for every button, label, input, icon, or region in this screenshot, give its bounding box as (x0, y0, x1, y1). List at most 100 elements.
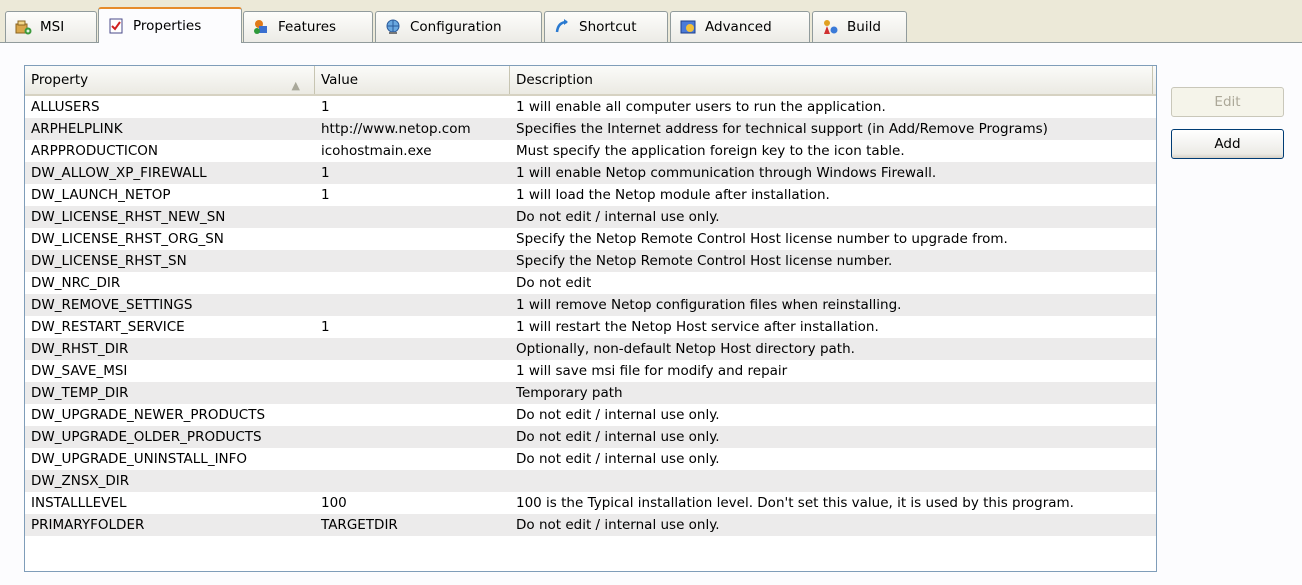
cell-property: DW_LICENSE_RHST_NEW_SN (31, 209, 226, 225)
cell-description: Must specify the application foreign key… (516, 143, 905, 159)
cell-description: Do not edit (516, 275, 592, 291)
cell-property: DW_LICENSE_RHST_ORG_SN (31, 231, 224, 247)
cell-property: DW_NRC_DIR (31, 275, 121, 291)
tab-properties[interactable]: Properties (98, 7, 242, 43)
cell-value: 100 (321, 495, 347, 511)
table-row[interactable]: DW_ZNSX_DIR (25, 470, 1156, 492)
cell-property: DW_ALLOW_XP_FIREWALL (31, 165, 207, 181)
cell-description: Do not edit / internal use only. (516, 407, 720, 423)
cell-description: 1 will load the Netop module after insta… (516, 187, 830, 203)
cell-property: DW_REMOVE_SETTINGS (31, 297, 193, 313)
properties-grid: Property ▲ Value Description ALLUSERS 1 1 … (24, 65, 1157, 572)
cell-property: DW_TEMP_DIR (31, 385, 129, 401)
cell-value (315, 294, 510, 316)
cell-value: 1 (321, 319, 330, 335)
cell-description: 1 will enable all computer users to run … (516, 99, 886, 115)
sort-ascending-icon: ▲ (291, 79, 300, 92)
cell-property: DW_RESTART_SERVICE (31, 319, 185, 335)
cell-description: Do not edit / internal use only. (516, 517, 720, 533)
tab-msi[interactable]: MSI (5, 11, 97, 42)
msi-package-icon (15, 20, 32, 35)
cell-value (315, 470, 510, 492)
table-row[interactable]: DW_REMOVE_SETTINGS 1 will remove Netop co… (25, 294, 1156, 316)
build-icon (824, 20, 838, 34)
cell-value (315, 426, 510, 448)
cell-description: Specifies the Internet address for techn… (516, 121, 1048, 137)
cell-description: Do not edit / internal use only. (516, 209, 720, 225)
cell-value (315, 206, 510, 228)
cell-description: 100 is the Typical installation level. D… (516, 495, 1074, 511)
cell-description: 1 will remove Netop configuration files … (516, 297, 902, 313)
cell-property: DW_SAVE_MSI (31, 363, 128, 379)
cell-property: DW_UPGRADE_NEWER_PRODUCTS (31, 407, 266, 423)
cell-value: 1 (321, 165, 330, 181)
tab-label: Properties (133, 18, 202, 34)
tab-label: Advanced (705, 19, 772, 35)
table-row[interactable]: DW_LICENSE_RHST_ORG_SN Specify the Netop … (25, 228, 1156, 250)
column-header-description[interactable]: Description (510, 66, 1153, 94)
tab-label: Build (847, 19, 881, 35)
cell-description: Specify the Netop Remote Control Host li… (516, 253, 893, 269)
table-row[interactable]: DW_LAUNCH_NETOP 1 1 will load the Netop mo… (25, 184, 1156, 206)
tab-shortcut[interactable]: Shortcut (544, 11, 668, 42)
table-row[interactable]: DW_RESTART_SERVICE 1 1 will restart the Ne… (25, 316, 1156, 338)
table-row[interactable]: DW_UPGRADE_OLDER_PRODUCTS Do not edit / i… (25, 426, 1156, 448)
cell-value (315, 228, 510, 250)
cell-value (315, 338, 510, 360)
cell-description: Optionally, non-default Netop Host direc… (516, 341, 855, 357)
tab-label: Features (278, 19, 337, 35)
advanced-icon (680, 20, 696, 34)
grid-header: Property ▲ Value Description (25, 66, 1156, 96)
cell-property: DW_LICENSE_RHST_SN (31, 253, 187, 269)
cell-description: 1 will enable Netop communication throug… (516, 165, 937, 181)
cell-property: DW_LAUNCH_NETOP (31, 187, 171, 203)
table-row[interactable]: ARPPRODUCTICON icohostmain.exe Must specif… (25, 140, 1156, 162)
tab-advanced[interactable]: Advanced (670, 11, 810, 42)
table-row[interactable]: DW_RHST_DIR Optionally, non-default Netop… (25, 338, 1156, 360)
cell-description: 1 will save msi file for modify and repa… (516, 363, 788, 379)
tab-label: Configuration (410, 19, 502, 35)
table-row[interactable]: DW_NRC_DIR Do not edit (25, 272, 1156, 294)
cell-value (315, 404, 510, 426)
table-row[interactable]: DW_ALLOW_XP_FIREWALL 1 1 will enable Netop… (25, 162, 1156, 184)
cell-property: INSTALLLEVEL (31, 495, 127, 511)
table-row[interactable]: DW_UPGRADE_NEWER_PRODUCTS Do not edit / i… (25, 404, 1156, 426)
cell-property: ALLUSERS (31, 99, 100, 115)
cell-property: ARPPRODUCTICON (31, 143, 158, 159)
tab-build[interactable]: Build (812, 11, 907, 42)
tab-label: MSI (40, 19, 65, 35)
tab-label: Shortcut (579, 19, 637, 35)
cell-value (315, 448, 510, 470)
cell-value: 1 (321, 187, 330, 203)
table-row[interactable]: ALLUSERS 1 1 will enable all computer user… (25, 96, 1156, 118)
cell-property: DW_UPGRADE_OLDER_PRODUCTS (31, 429, 262, 445)
cell-property: PRIMARYFOLDER (31, 517, 145, 533)
cell-property: DW_UPGRADE_UNINSTALL_INFO (31, 451, 248, 467)
column-header-value[interactable]: Value (315, 66, 510, 94)
column-header-property[interactable]: Property ▲ (25, 66, 315, 94)
table-row[interactable]: PRIMARYFOLDER TARGETDIR Do not edit / inte… (25, 514, 1156, 536)
edit-button[interactable]: Edit (1171, 87, 1284, 117)
shortcut-icon (555, 19, 568, 33)
cell-value: http://www.netop.com (321, 121, 471, 137)
table-row[interactable]: DW_SAVE_MSI 1 will save msi file for modi… (25, 360, 1156, 382)
tab-strip: MSI Properties Features Configuration Sh… (0, 0, 1302, 43)
table-row[interactable]: DW_LICENSE_RHST_SN Specify the Netop Remo… (25, 250, 1156, 272)
table-row[interactable]: DW_LICENSE_RHST_NEW_SN Do not edit / inte… (25, 206, 1156, 228)
tab-features[interactable]: Features (243, 11, 373, 42)
cell-description: Temporary path (516, 385, 623, 401)
table-row[interactable]: DW_TEMP_DIR Temporary path (25, 382, 1156, 404)
tab-configuration[interactable]: Configuration (375, 11, 542, 42)
add-button[interactable]: Add (1171, 129, 1284, 159)
cell-value (315, 360, 510, 382)
grid-body: ALLUSERS 1 1 will enable all computer user… (25, 96, 1156, 536)
cell-value (315, 250, 510, 272)
table-row[interactable]: DW_UPGRADE_UNINSTALL_INFO Do not edit / i… (25, 448, 1156, 470)
cell-description: Do not edit / internal use only. (516, 429, 720, 445)
table-row[interactable]: ARPHELPLINK http://www.netop.com Specifies… (25, 118, 1156, 140)
cell-value (315, 272, 510, 294)
cell-description (510, 470, 1153, 492)
table-row[interactable]: INSTALLLEVEL 100 100 is the Typical instal… (25, 492, 1156, 514)
features-icon (254, 20, 267, 34)
cell-description: Specify the Netop Remote Control Host li… (516, 231, 1008, 247)
